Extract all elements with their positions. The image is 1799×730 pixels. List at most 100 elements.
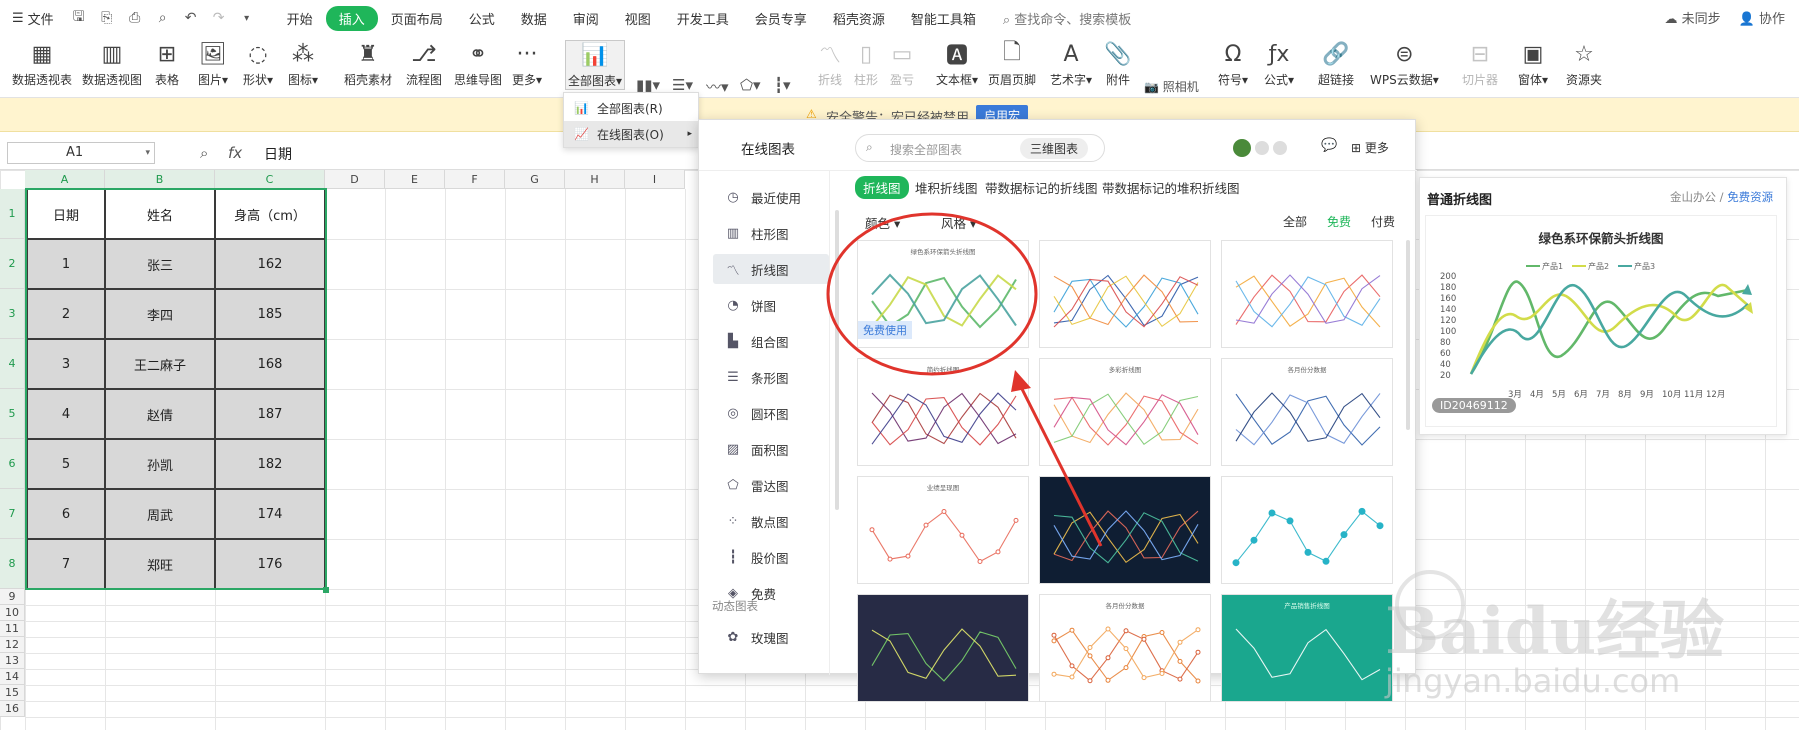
customize-chevron-icon[interactable]: ▾ <box>236 7 258 29</box>
three-d-charts-button[interactable]: 三维图表 <box>1020 138 1089 159</box>
tab-10[interactable]: 智能工具箱 <box>898 6 989 31</box>
table-button[interactable]: ⊞ 表格 <box>153 40 181 88</box>
chart-template-thumbnail[interactable]: 各月份分数据 <box>1221 358 1393 466</box>
chart-template-thumbnail[interactable]: 产品销售折线图 <box>1221 594 1393 702</box>
column-header[interactable]: H <box>565 170 625 189</box>
chart-template-thumbnail[interactable]: 各月份分数据 <box>1039 594 1211 702</box>
undo-icon[interactable]: ↶ <box>180 7 202 29</box>
tab-2[interactable]: 页面布局 <box>378 6 456 31</box>
chart-template-thumbnail[interactable]: 绿色系环保箭头折线图 免费使用 <box>857 240 1029 348</box>
tab-6[interactable]: 视图 <box>612 6 664 31</box>
tab-0[interactable]: 开始 <box>274 6 326 31</box>
nav-item-combo-chart[interactable]: ▙ 组合图 <box>713 326 829 356</box>
filter-paid[interactable]: 付费 <box>1371 213 1395 230</box>
nav-item-column-chart[interactable]: ▥ 柱形图 <box>713 218 829 248</box>
slicer-button[interactable]: ⊟ 切片器 <box>1462 40 1498 88</box>
row-header[interactable]: 3 <box>0 289 25 339</box>
row-header[interactable]: 15 <box>0 685 25 701</box>
redo-icon[interactable]: ↷ <box>208 7 230 29</box>
wps-cloud-data-button[interactable]: ⊜ WPS云数据▾ <box>1370 40 1439 88</box>
collab-button[interactable]: 👤 协作 <box>1739 8 1785 27</box>
sparkline-column-button[interactable]: ▯ 柱形 <box>852 40 880 88</box>
nav-item-radar-chart[interactable]: ⬠ 雷达图 <box>713 470 829 500</box>
row-header[interactable]: 12 <box>0 637 25 653</box>
nav-item-line-chart[interactable]: 〽折线图 <box>713 254 829 284</box>
avatar[interactable] <box>1233 139 1251 157</box>
subtab-1[interactable]: 堆积折线图 <box>907 176 986 199</box>
row-header[interactable]: 14 <box>0 669 25 685</box>
picture-button[interactable]: 🖼 图片▾ <box>198 40 228 88</box>
row-header[interactable]: 9 <box>0 589 25 605</box>
sparkline-winloss-button[interactable]: ▭ 盈亏 <box>888 40 916 88</box>
row-header[interactable]: 5 <box>0 389 25 439</box>
fx-icon[interactable]: fx <box>228 144 242 162</box>
row-header[interactable]: 2 <box>0 239 25 289</box>
tab-1[interactable]: 插入 <box>325 5 378 31</box>
free-resource-link[interactable]: 免费资源 <box>1727 190 1773 204</box>
more-button[interactable]: ⊞ 更多 <box>1351 139 1389 156</box>
tab-5[interactable]: 审阅 <box>560 6 612 31</box>
tab-9[interactable]: 稻壳资源 <box>820 6 898 31</box>
tab-8[interactable]: 会员专享 <box>742 6 820 31</box>
export-pdf-icon[interactable]: ⎘ <box>96 7 118 29</box>
column-header[interactable]: G <box>505 170 565 189</box>
symbol-button[interactable]: Ω 符号▾ <box>1218 40 1248 88</box>
formula-button[interactable]: ƒx 公式▾ <box>1264 40 1294 88</box>
chart-template-thumbnail[interactable] <box>1039 476 1211 584</box>
search-input[interactable]: 搜索全部图表 <box>890 141 962 158</box>
nav-item-area-chart[interactable]: ▨ 面积图 <box>713 434 829 464</box>
nav-item-bar-chart[interactable]: ☰ 条形图 <box>713 362 829 392</box>
command-search[interactable]: ⌕ 查找命令、搜索模板 <box>1003 9 1131 28</box>
subtab-3[interactable]: 带数据标记的堆积折线图 <box>1094 176 1248 199</box>
line-chart-icon[interactable]: 〰▾ <box>706 76 729 97</box>
print-preview-icon[interactable]: ⌕ <box>152 7 174 29</box>
nav-scrollbar[interactable] <box>835 210 839 510</box>
row-header[interactable]: 4 <box>0 339 25 389</box>
row-header[interactable]: 13 <box>0 653 25 669</box>
file-menu[interactable]: ☰ 文件 <box>12 9 54 28</box>
pivot-chart-button[interactable]: ▥ 数据透视图 <box>82 40 142 88</box>
sparkline-line-button[interactable]: 〽折线 <box>816 40 844 88</box>
chart-template-thumbnail[interactable]: 多彩折线图 <box>1039 358 1211 466</box>
all-charts-button[interactable]: 📊 全部图表▾ <box>565 40 626 90</box>
stock-chart-icon[interactable]: ┇▾ <box>774 76 791 94</box>
shape-button[interactable]: ◌ 形状▾ <box>243 40 273 88</box>
nav-item-stock-chart[interactable]: ┇ 股价图 <box>713 542 829 572</box>
tab-7[interactable]: 开发工具 <box>664 6 742 31</box>
formula-input[interactable]: 日期 <box>264 144 292 164</box>
save-icon[interactable]: 🖫 <box>68 7 90 29</box>
row-header[interactable]: 11 <box>0 621 25 637</box>
row-header[interactable]: 7 <box>0 489 25 539</box>
print-icon[interactable]: ⎙ <box>124 7 146 29</box>
wordart-button[interactable]: A 艺术字▾ <box>1050 40 1092 88</box>
chart-template-thumbnail[interactable] <box>857 594 1029 702</box>
chart-template-thumbnail[interactable] <box>1221 240 1393 348</box>
resource-folder-button[interactable]: ☆ 资源夹 <box>1566 40 1602 88</box>
row-header[interactable]: 8 <box>0 539 25 589</box>
filter-free[interactable]: 免费 <box>1327 213 1351 230</box>
more-button[interactable]: ··· 更多▾ <box>512 40 542 88</box>
name-box[interactable]: A1 ▾ <box>7 142 155 164</box>
chart-template-thumbnail[interactable] <box>1039 240 1211 348</box>
tab-4[interactable]: 数据 <box>508 6 560 31</box>
row-header[interactable]: 16 <box>0 701 25 717</box>
menu-item-online-charts[interactable]: 📈 在线图表(O) ▸ <box>564 121 698 147</box>
column-header[interactable]: A <box>25 170 105 189</box>
nav-item-clock[interactable]: ◷ 最近使用 <box>713 182 829 212</box>
column-header[interactable]: D <box>325 170 385 189</box>
hyperlink-button[interactable]: 🔗 超链接 <box>1318 40 1354 88</box>
daoke-material-button[interactable]: ♜ 稻壳素材 <box>344 40 392 88</box>
chart-template-thumbnail[interactable] <box>1221 476 1393 584</box>
chart-search-box[interactable]: ⌕ 搜索全部图表 三维图表 <box>855 134 1105 162</box>
column-header[interactable]: B <box>105 170 215 189</box>
textbox-button[interactable]: 🅰 文本框▾ <box>936 40 978 88</box>
style-filter[interactable]: 风格 ▾ <box>941 213 976 232</box>
column-header[interactable]: I <box>625 170 685 189</box>
camera-button[interactable]: 📷 照相机 <box>1144 78 1199 95</box>
chat-icon[interactable]: 💬 <box>1321 138 1337 153</box>
chart-template-thumbnail[interactable]: 简约折线图 <box>857 358 1029 466</box>
row-header[interactable]: 1 <box>0 189 25 239</box>
attachment-button[interactable]: 📎 附件 <box>1104 40 1132 88</box>
tab-3[interactable]: 公式 <box>456 6 508 31</box>
row-header[interactable]: 6 <box>0 439 25 489</box>
